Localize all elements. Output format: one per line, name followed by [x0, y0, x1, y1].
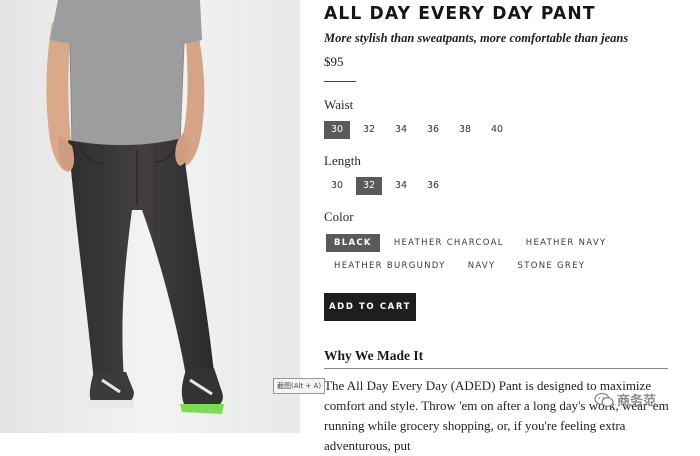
- waist-option-34[interactable]: 34: [388, 121, 414, 139]
- product-info: ALL DAY EVERY DAY PANT More stylish than…: [324, 0, 700, 453]
- waist-option-30[interactable]: 30: [324, 121, 350, 139]
- color-option-heather-burgundy[interactable]: HEATHER BURGUNDY: [326, 257, 454, 275]
- product-photo: [0, 0, 300, 433]
- add-to-cart-button[interactable]: ADD TO CART: [324, 293, 416, 321]
- length-option-30[interactable]: 30: [324, 177, 350, 195]
- product-title: ALL DAY EVERY DAY PANT: [324, 3, 596, 24]
- screenshot-tooltip: 截图(Alt + A): [273, 378, 326, 394]
- length-option-34[interactable]: 34: [388, 177, 414, 195]
- waist-option-36[interactable]: 36: [420, 121, 446, 139]
- waist-label: Waist: [324, 97, 354, 112]
- color-option-navy[interactable]: NAVY: [460, 257, 504, 275]
- watermark-text: 商务范: [617, 394, 657, 409]
- color-label: Color: [324, 209, 354, 224]
- product-price: $95: [324, 54, 344, 69]
- waist-option-40[interactable]: 40: [484, 121, 510, 139]
- product-description: The All Day Every Day (ADED) Pant is des…: [324, 378, 669, 453]
- waist-option-38[interactable]: 38: [452, 121, 478, 139]
- color-option-heather-navy[interactable]: HEATHER NAVY: [518, 234, 615, 252]
- color-options-row-1: BLACK HEATHER CHARCOAL HEATHER NAVY: [326, 234, 620, 252]
- color-option-stone-grey[interactable]: STONE GREY: [510, 257, 594, 275]
- color-option-heather-charcoal[interactable]: HEATHER CHARCOAL: [386, 234, 512, 252]
- waist-options: 30 32 34 36 38 40: [324, 121, 510, 139]
- price-divider: [324, 81, 356, 82]
- color-options-row-2: HEATHER BURGUNDY NAVY STONE GREY: [326, 257, 599, 275]
- length-options: 30 32 34 36: [324, 177, 446, 195]
- length-label: Length: [324, 153, 361, 168]
- section-divider: [324, 368, 668, 369]
- wechat-icon: [594, 392, 614, 407]
- product-subtitle: More stylish than sweatpants, more comfo…: [324, 31, 629, 45]
- length-option-32[interactable]: 32: [356, 177, 382, 195]
- model-illustration: [0, 0, 300, 433]
- watermark: 商务范: [594, 390, 656, 409]
- waist-option-32[interactable]: 32: [356, 121, 382, 139]
- why-we-made-it-heading: Why We Made It: [324, 348, 424, 363]
- length-option-36[interactable]: 36: [420, 177, 446, 195]
- color-option-black[interactable]: BLACK: [326, 234, 380, 252]
